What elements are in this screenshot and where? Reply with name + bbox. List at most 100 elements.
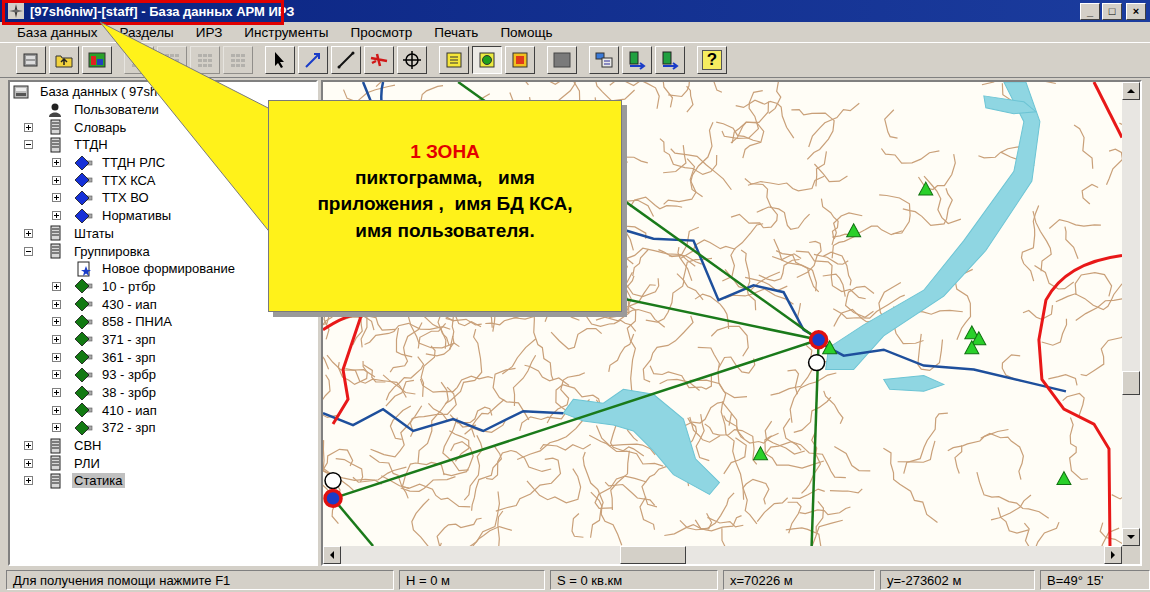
- contour-line: [832, 235, 857, 258]
- tree-item[interactable]: СВН: [10, 437, 316, 455]
- menu-item[interactable]: Просмотр: [340, 25, 424, 40]
- expand-icon[interactable]: [24, 459, 33, 468]
- expand-icon[interactable]: [52, 193, 61, 202]
- toolbar-button[interactable]: [655, 46, 685, 74]
- triangle-marker[interactable]: [919, 182, 933, 195]
- toolbar-button[interactable]: [439, 46, 469, 74]
- window-button[interactable]: ×: [1126, 3, 1146, 20]
- menu-bar: База данныхРазделыИРЗИнструментыПросмотр…: [0, 22, 1150, 42]
- white-circle-marker[interactable]: [809, 355, 825, 371]
- expand-icon[interactable]: [52, 388, 61, 397]
- triangle-marker[interactable]: [847, 224, 861, 237]
- scroll-up-button[interactable]: [1122, 82, 1140, 100]
- user-icon: [46, 102, 66, 118]
- title-bar[interactable]: [97sh6niw]-[staff] - База данных АРМ ИРЗ…: [0, 0, 1150, 22]
- toolbar-button[interactable]: [82, 46, 112, 74]
- tree-item[interactable]: 858 - ПНИА: [10, 313, 316, 331]
- contour-line: [1042, 319, 1067, 345]
- expand-icon[interactable]: [52, 370, 61, 379]
- triangle-marker[interactable]: [754, 447, 768, 460]
- grid-icon: [162, 50, 182, 70]
- post-marker[interactable]: [325, 490, 341, 506]
- expand-icon[interactable]: [52, 158, 61, 167]
- collapse-icon[interactable]: [24, 140, 33, 149]
- menu-item[interactable]: Разделы: [108, 25, 184, 40]
- expand-icon[interactable]: [24, 476, 33, 485]
- toolbar-button[interactable]: [49, 46, 79, 74]
- callout-text: пиктограмма, имя: [355, 165, 535, 191]
- toolbar-button[interactable]: ?: [697, 46, 727, 74]
- expand-icon[interactable]: [24, 123, 33, 132]
- contour-line: [824, 391, 843, 424]
- white-circle-marker[interactable]: [325, 473, 341, 489]
- contour-line: [420, 376, 493, 392]
- toolbar-button[interactable]: [223, 46, 253, 74]
- vertical-scrollbar[interactable]: [1122, 82, 1140, 546]
- expand-icon[interactable]: [52, 353, 61, 362]
- menu-item[interactable]: Инструменты: [233, 25, 339, 40]
- expand-icon[interactable]: [52, 282, 61, 291]
- tree-item[interactable]: 372 - зрп: [10, 419, 316, 437]
- contour-line: [540, 444, 591, 450]
- scroll-thumb[interactable]: [1122, 371, 1140, 395]
- toolbar-button[interactable]: [331, 46, 361, 74]
- menu-item[interactable]: Печать: [423, 25, 489, 40]
- toolbar-button[interactable]: [397, 46, 427, 74]
- expand-icon[interactable]: [24, 441, 33, 450]
- contour-line: [879, 195, 910, 234]
- contour-line: [1024, 523, 1041, 546]
- toolbar-button[interactable]: [157, 46, 187, 74]
- triangle-marker[interactable]: [1057, 472, 1071, 485]
- menu-item[interactable]: База данных: [6, 25, 108, 40]
- toolbar-button[interactable]: [505, 46, 535, 74]
- tree-item[interactable]: РЛИ: [10, 454, 316, 472]
- contour-line: [823, 274, 846, 296]
- contour-line: [731, 122, 764, 158]
- toolbar-button[interactable]: [622, 46, 652, 74]
- scroll-left-button[interactable]: [323, 546, 341, 564]
- menu-item[interactable]: Помощь: [489, 25, 563, 40]
- expand-icon[interactable]: [52, 176, 61, 185]
- contour-line: [1065, 227, 1078, 259]
- horizontal-scrollbar[interactable]: [323, 546, 1122, 564]
- triangle-marker[interactable]: [965, 341, 979, 354]
- toolbar-button[interactable]: [265, 46, 295, 74]
- expand-icon[interactable]: [52, 406, 61, 415]
- tree-item[interactable]: Статика: [10, 472, 316, 490]
- menu-item[interactable]: ИРЗ: [185, 25, 234, 40]
- tree-item[interactable]: 361 - зрп: [10, 348, 316, 366]
- toolbar-button[interactable]: [124, 46, 154, 74]
- window-button[interactable]: □: [1102, 3, 1122, 20]
- toolbar-button[interactable]: [547, 46, 577, 74]
- toolbar-button[interactable]: [472, 46, 502, 74]
- toolbar-button[interactable]: [298, 46, 328, 74]
- expand-icon[interactable]: [24, 229, 33, 238]
- expand-icon[interactable]: [52, 335, 61, 344]
- tree-item[interactable]: 410 - иап: [10, 401, 316, 419]
- toolbar-button[interactable]: [364, 46, 394, 74]
- expander-slot: [50, 335, 74, 344]
- collapse-icon[interactable]: [24, 247, 33, 256]
- tree-item[interactable]: 93 - зрбр: [10, 366, 316, 384]
- tree-item[interactable]: 371 - зрп: [10, 331, 316, 349]
- contour-line: [745, 179, 771, 208]
- expand-icon[interactable]: [52, 317, 61, 326]
- scroll-thumb[interactable]: [620, 546, 686, 564]
- expand-icon[interactable]: [52, 423, 61, 432]
- toolbar-button[interactable]: [589, 46, 619, 74]
- scroll-down-button[interactable]: [1122, 528, 1140, 546]
- tree-item[interactable]: 38 - зрбр: [10, 384, 316, 402]
- scroll-track[interactable]: [341, 546, 1104, 564]
- toolbar-button[interactable]: [16, 46, 46, 74]
- scroll-right-button[interactable]: [1104, 546, 1122, 564]
- contour-line: [705, 424, 757, 465]
- toolbar-button[interactable]: [190, 46, 220, 74]
- scroll-track[interactable]: [1122, 100, 1140, 528]
- post-marker[interactable]: [811, 332, 827, 348]
- expand-icon[interactable]: [52, 300, 61, 309]
- triangle-marker[interactable]: [972, 332, 986, 345]
- expand-icon[interactable]: [52, 211, 61, 220]
- contour-line: [792, 489, 825, 498]
- window-button[interactable]: _: [1080, 3, 1100, 20]
- tree-item[interactable]: База данных ( 97sh6niw ): [10, 83, 316, 101]
